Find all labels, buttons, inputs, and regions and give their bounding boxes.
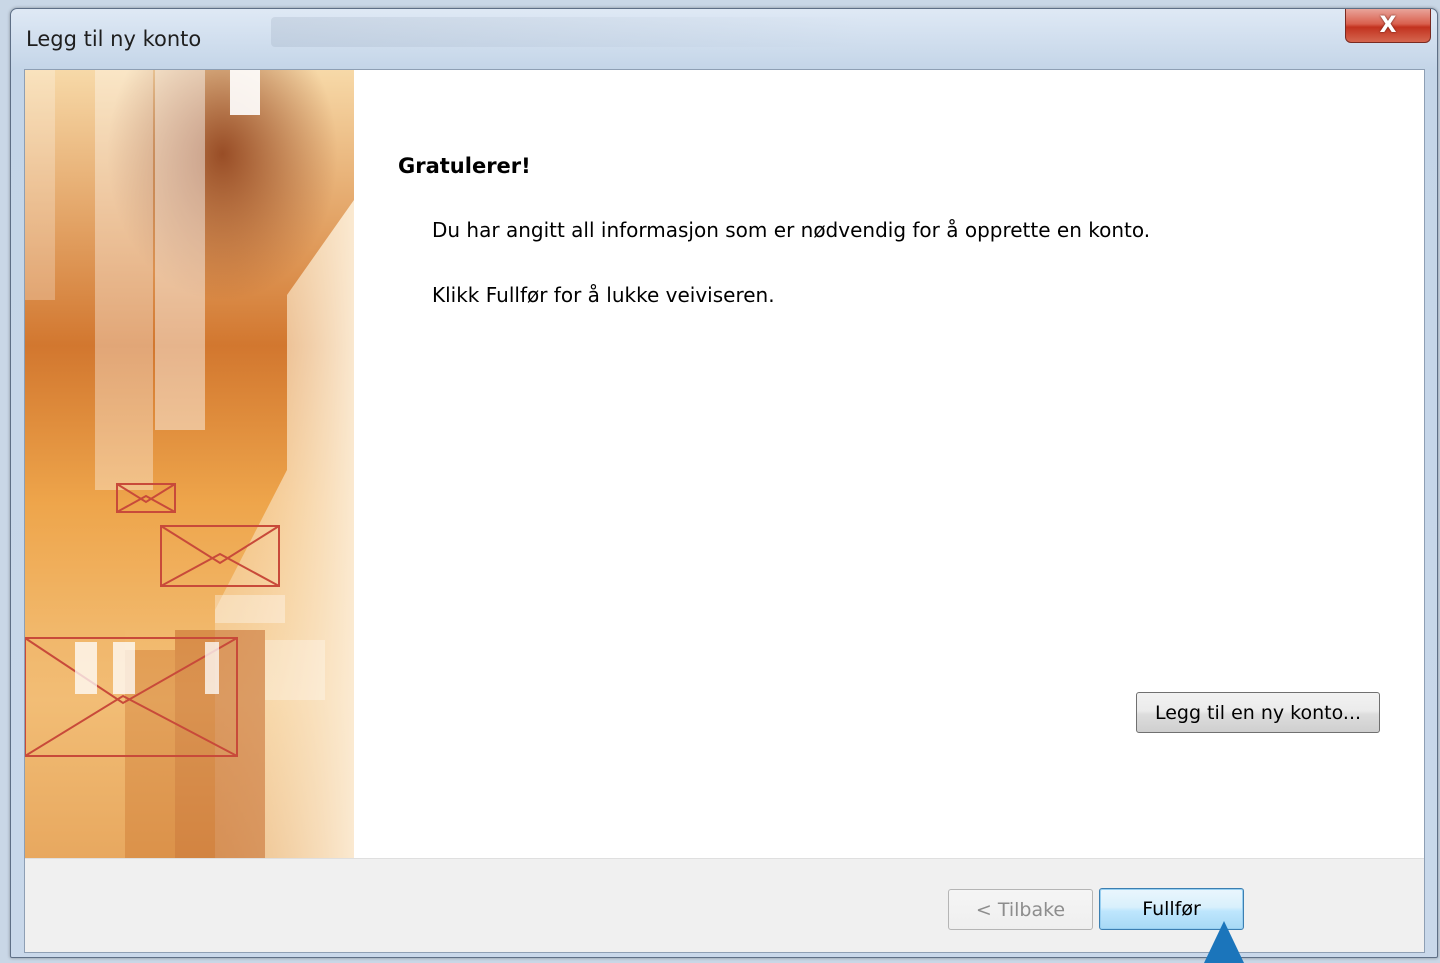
instruction-text: Klikk Fullfør for å lukke veiviseren. (432, 283, 775, 307)
wizard-side-art (25, 70, 354, 858)
info-text: Du har angitt all informasjon som er nød… (432, 218, 1151, 242)
page-title: Gratulerer! (398, 154, 531, 178)
mail-art-icon (25, 70, 354, 858)
dialog-client-area: Gratulerer! Du har angitt all informasjo… (24, 69, 1425, 953)
close-button[interactable]: X (1345, 9, 1431, 43)
background-taskbar-blur (271, 17, 871, 47)
wizard-content: Gratulerer! Du har angitt all informasjo… (354, 70, 1424, 858)
pointer-arrow-icon (1204, 921, 1244, 963)
dialog-window: Legg til ny konto X Gratulerer! Du har a… (10, 8, 1438, 958)
close-icon: X (1379, 13, 1397, 38)
window-title: Legg til ny konto (26, 27, 202, 51)
title-bar[interactable]: Legg til ny konto X (11, 9, 1437, 69)
back-button[interactable]: < Tilbake (948, 889, 1093, 930)
add-new-account-button[interactable]: Legg til en ny konto... (1136, 692, 1380, 733)
